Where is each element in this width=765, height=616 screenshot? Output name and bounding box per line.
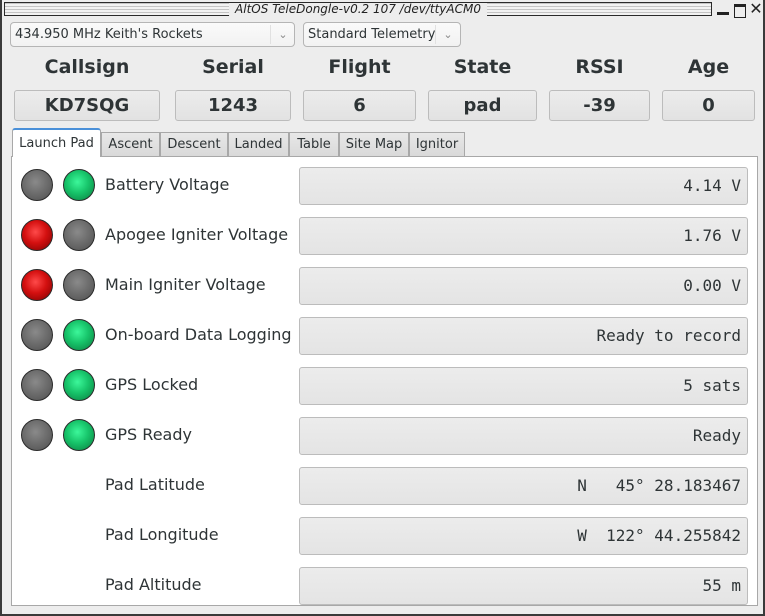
combo-separator xyxy=(270,25,271,44)
battery-voltage-row: Battery Voltage 4.14 V xyxy=(12,159,757,209)
apogee-igniter-value: 1.76 V xyxy=(299,217,748,255)
data-logging-value: Ready to record xyxy=(299,317,748,355)
tab-ascent[interactable]: Ascent xyxy=(101,132,160,156)
pad-latitude-value: N 45° 28.183467 xyxy=(299,467,748,505)
status-led-gray-icon xyxy=(21,319,53,351)
launch-pad-panel: Battery Voltage 4.14 V Apogee Igniter Vo… xyxy=(11,156,758,606)
pad-longitude-row: Pad Longitude W 122° 44.255842 xyxy=(12,509,757,559)
status-led-green-icon xyxy=(63,369,95,401)
gps-locked-row: GPS Locked 5 sats xyxy=(12,359,757,409)
data-logging-label: On-board Data Logging xyxy=(105,325,292,344)
gps-ready-value: Ready xyxy=(299,417,748,455)
tab-landed[interactable]: Landed xyxy=(228,132,289,156)
rssi-label: RSSI xyxy=(575,56,624,78)
state-label: State xyxy=(453,56,512,78)
status-led-gray-icon xyxy=(21,369,53,401)
gps-ready-row: GPS Ready Ready xyxy=(12,409,757,459)
status-led-green-icon xyxy=(63,419,95,451)
battery-voltage-value: 4.14 V xyxy=(299,167,748,205)
serial-label: Serial xyxy=(202,56,264,78)
app-window: AltOS TeleDongle-v0.2 107 /dev/ttyACM0 ✕… xyxy=(0,0,765,616)
status-led-green-icon xyxy=(63,169,95,201)
combo-separator xyxy=(435,25,436,44)
main-igniter-row: Main Igniter Voltage 0.00 V xyxy=(12,259,757,309)
telemetry-format-select[interactable]: Standard Telemetry ⌄ xyxy=(303,22,461,47)
status-led-gray-icon xyxy=(21,169,53,201)
state-value: pad xyxy=(428,90,537,121)
gps-locked-value: 5 sats xyxy=(299,367,748,405)
tab-descent[interactable]: Descent xyxy=(160,132,228,156)
title-bar-drag-area[interactable]: AltOS TeleDongle-v0.2 107 /dev/ttyACM0 xyxy=(4,2,712,16)
title-bar[interactable]: AltOS TeleDongle-v0.2 107 /dev/ttyACM0 ✕ xyxy=(2,0,763,18)
pad-latitude-row: Pad Latitude N 45° 28.183467 xyxy=(12,459,757,509)
rssi-value: -39 xyxy=(549,90,650,121)
flight-value: 6 xyxy=(303,90,416,121)
flight-label: Flight xyxy=(328,56,391,78)
chevron-down-icon[interactable]: ⌄ xyxy=(437,25,459,44)
main-igniter-value: 0.00 V xyxy=(299,267,748,305)
age-label: Age xyxy=(687,56,730,78)
pad-longitude-value: W 122° 44.255842 xyxy=(299,517,748,555)
status-led-red-icon xyxy=(21,219,53,251)
tab-site-map[interactable]: Site Map xyxy=(339,132,409,156)
pad-latitude-label: Pad Latitude xyxy=(105,475,205,494)
callsign-label: Callsign xyxy=(44,56,130,78)
serial-value: 1243 xyxy=(175,90,291,121)
status-led-gray-icon xyxy=(21,419,53,451)
main-igniter-label: Main Igniter Voltage xyxy=(105,275,266,294)
status-led-gray-icon xyxy=(63,269,95,301)
status-led-green-icon xyxy=(63,319,95,351)
tab-ignitor[interactable]: Ignitor xyxy=(409,132,465,156)
age-value: 0 xyxy=(662,90,755,121)
close-button[interactable]: ✕ xyxy=(749,1,763,17)
gps-ready-label: GPS Ready xyxy=(105,425,192,444)
window-title: AltOS TeleDongle-v0.2 107 /dev/ttyACM0 xyxy=(229,3,487,16)
pad-altitude-row: Pad Altitude 55 m xyxy=(12,559,757,609)
frequency-select[interactable]: 434.950 MHz Keith's Rockets ⌄ xyxy=(10,22,295,47)
tab-launch-pad[interactable]: Launch Pad xyxy=(12,128,101,157)
data-logging-row: On-board Data Logging Ready to record xyxy=(12,309,757,359)
pad-altitude-value: 55 m xyxy=(299,567,748,605)
pad-altitude-label: Pad Altitude xyxy=(105,575,202,594)
apogee-igniter-label: Apogee Igniter Voltage xyxy=(105,225,289,244)
telemetry-format-value: Standard Telemetry xyxy=(308,27,436,42)
maximize-button[interactable] xyxy=(733,2,747,18)
frequency-value: 434.950 MHz Keith's Rockets xyxy=(15,27,203,42)
gps-locked-label: GPS Locked xyxy=(105,375,199,394)
tab-table[interactable]: Table xyxy=(289,132,339,156)
battery-voltage-label: Battery Voltage xyxy=(105,175,230,194)
apogee-igniter-row: Apogee Igniter Voltage 1.76 V xyxy=(12,209,757,259)
status-led-red-icon xyxy=(21,269,53,301)
status-led-gray-icon xyxy=(63,219,95,251)
callsign-value: KD7SQG xyxy=(14,90,160,121)
chevron-down-icon[interactable]: ⌄ xyxy=(272,25,294,44)
minimize-button[interactable] xyxy=(716,2,730,16)
pad-longitude-label: Pad Longitude xyxy=(105,525,219,544)
